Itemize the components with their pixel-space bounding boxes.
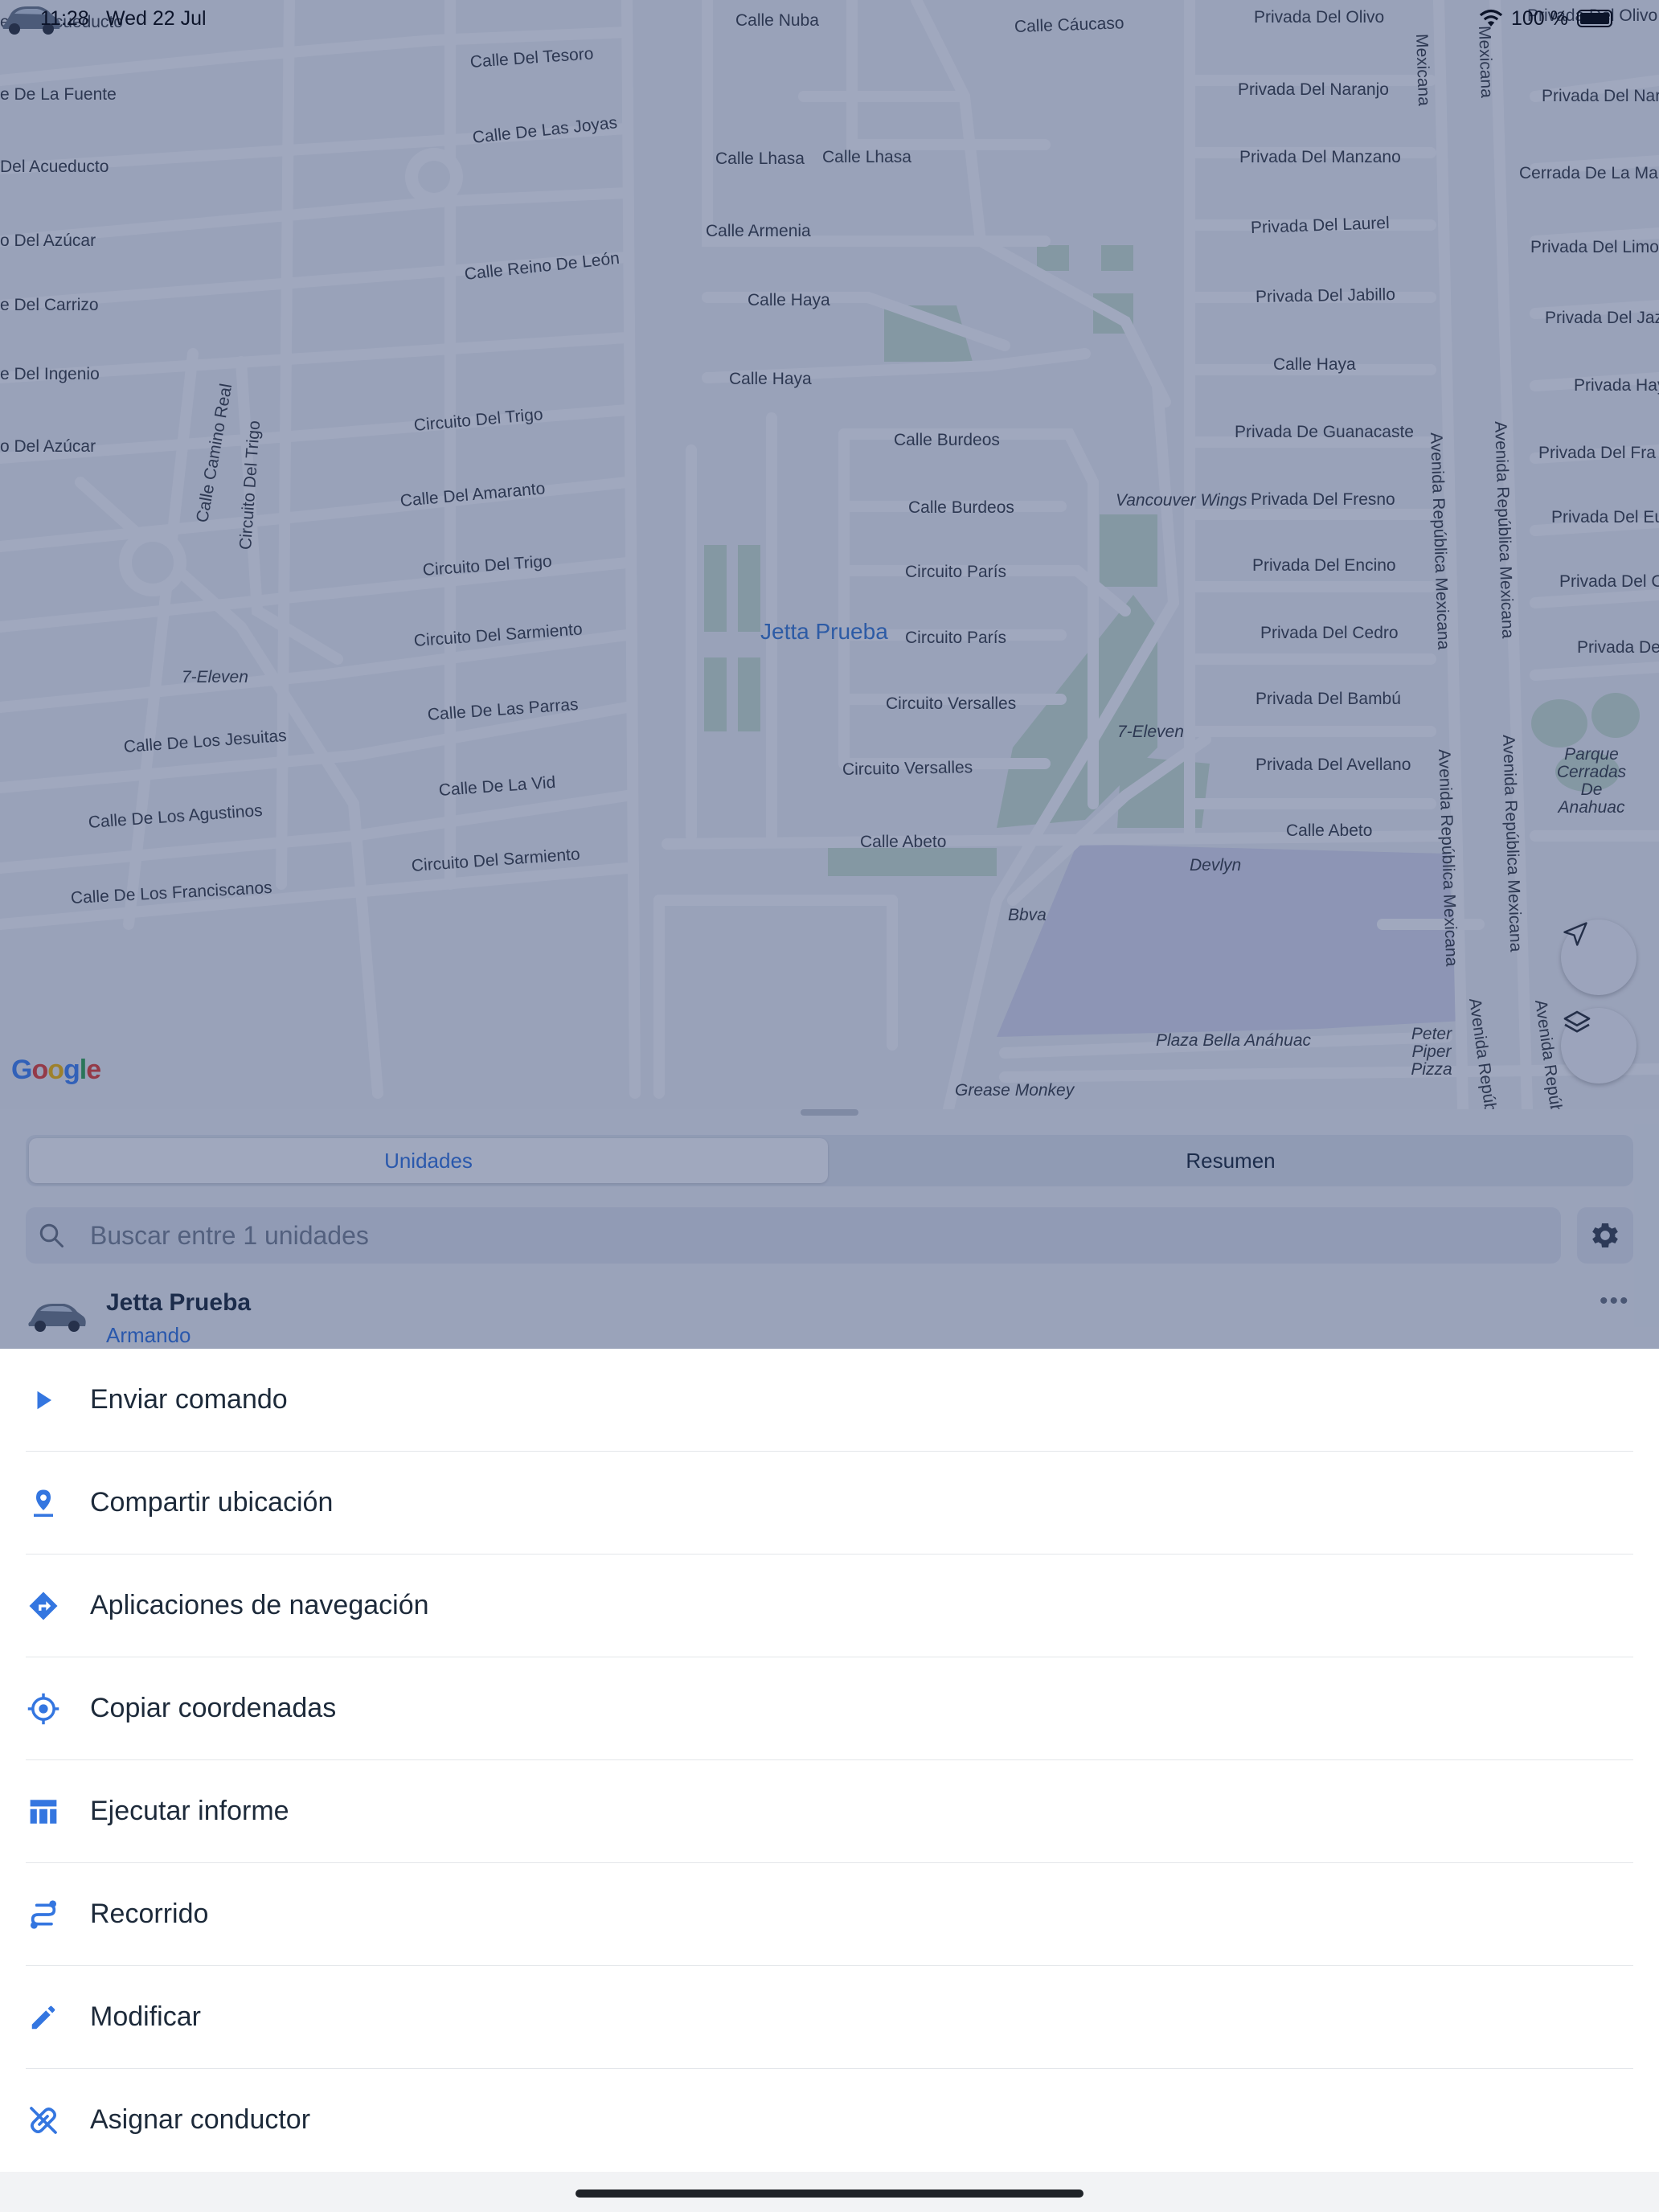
home-indicator-area <box>0 2172 1659 2212</box>
menu-item-label: Compartir ubicación <box>90 1487 334 1518</box>
menu-item-recorrido[interactable]: Recorrido <box>0 1863 1659 1966</box>
menu-item-label: Modificar <box>90 2001 201 2032</box>
menu-item-copiar-coordenadas[interactable]: Copiar coordenadas <box>0 1657 1659 1760</box>
route-icon <box>24 1895 63 1934</box>
menu-item-asignar-conductor[interactable]: Asignar conductor <box>0 2069 1659 2172</box>
menu-item-label: Enviar comando <box>90 1384 288 1415</box>
home-indicator[interactable] <box>576 2189 1083 2198</box>
menu-item-enviar-comando[interactable]: Enviar comando <box>0 1349 1659 1452</box>
menu-item-aplicaciones-navegacion[interactable]: Aplicaciones de navegación <box>0 1555 1659 1657</box>
menu-item-label: Copiar coordenadas <box>90 1693 337 1723</box>
play-icon <box>24 1381 63 1419</box>
menu-item-label: Ejecutar informe <box>90 1796 289 1826</box>
menu-item-label: Asignar conductor <box>90 2104 311 2135</box>
menu-item-label: Aplicaciones de navegación <box>90 1590 429 1620</box>
directions-icon <box>24 1587 63 1625</box>
action-sheet: Enviar comando Compartir ubicación Aplic… <box>0 1349 1659 2172</box>
location-pin-icon <box>24 1484 63 1522</box>
table-icon <box>24 1792 63 1831</box>
crosshair-icon <box>24 1690 63 1728</box>
menu-item-compartir-ubicacion[interactable]: Compartir ubicación <box>0 1452 1659 1555</box>
menu-item-label: Recorrido <box>90 1899 209 1929</box>
pencil-icon <box>24 1998 63 2037</box>
menu-item-modificar[interactable]: Modificar <box>0 1966 1659 2069</box>
modal-dim-overlay[interactable] <box>0 0 1659 1349</box>
menu-item-ejecutar-informe[interactable]: Ejecutar informe <box>0 1760 1659 1863</box>
link-icon <box>24 2101 63 2140</box>
